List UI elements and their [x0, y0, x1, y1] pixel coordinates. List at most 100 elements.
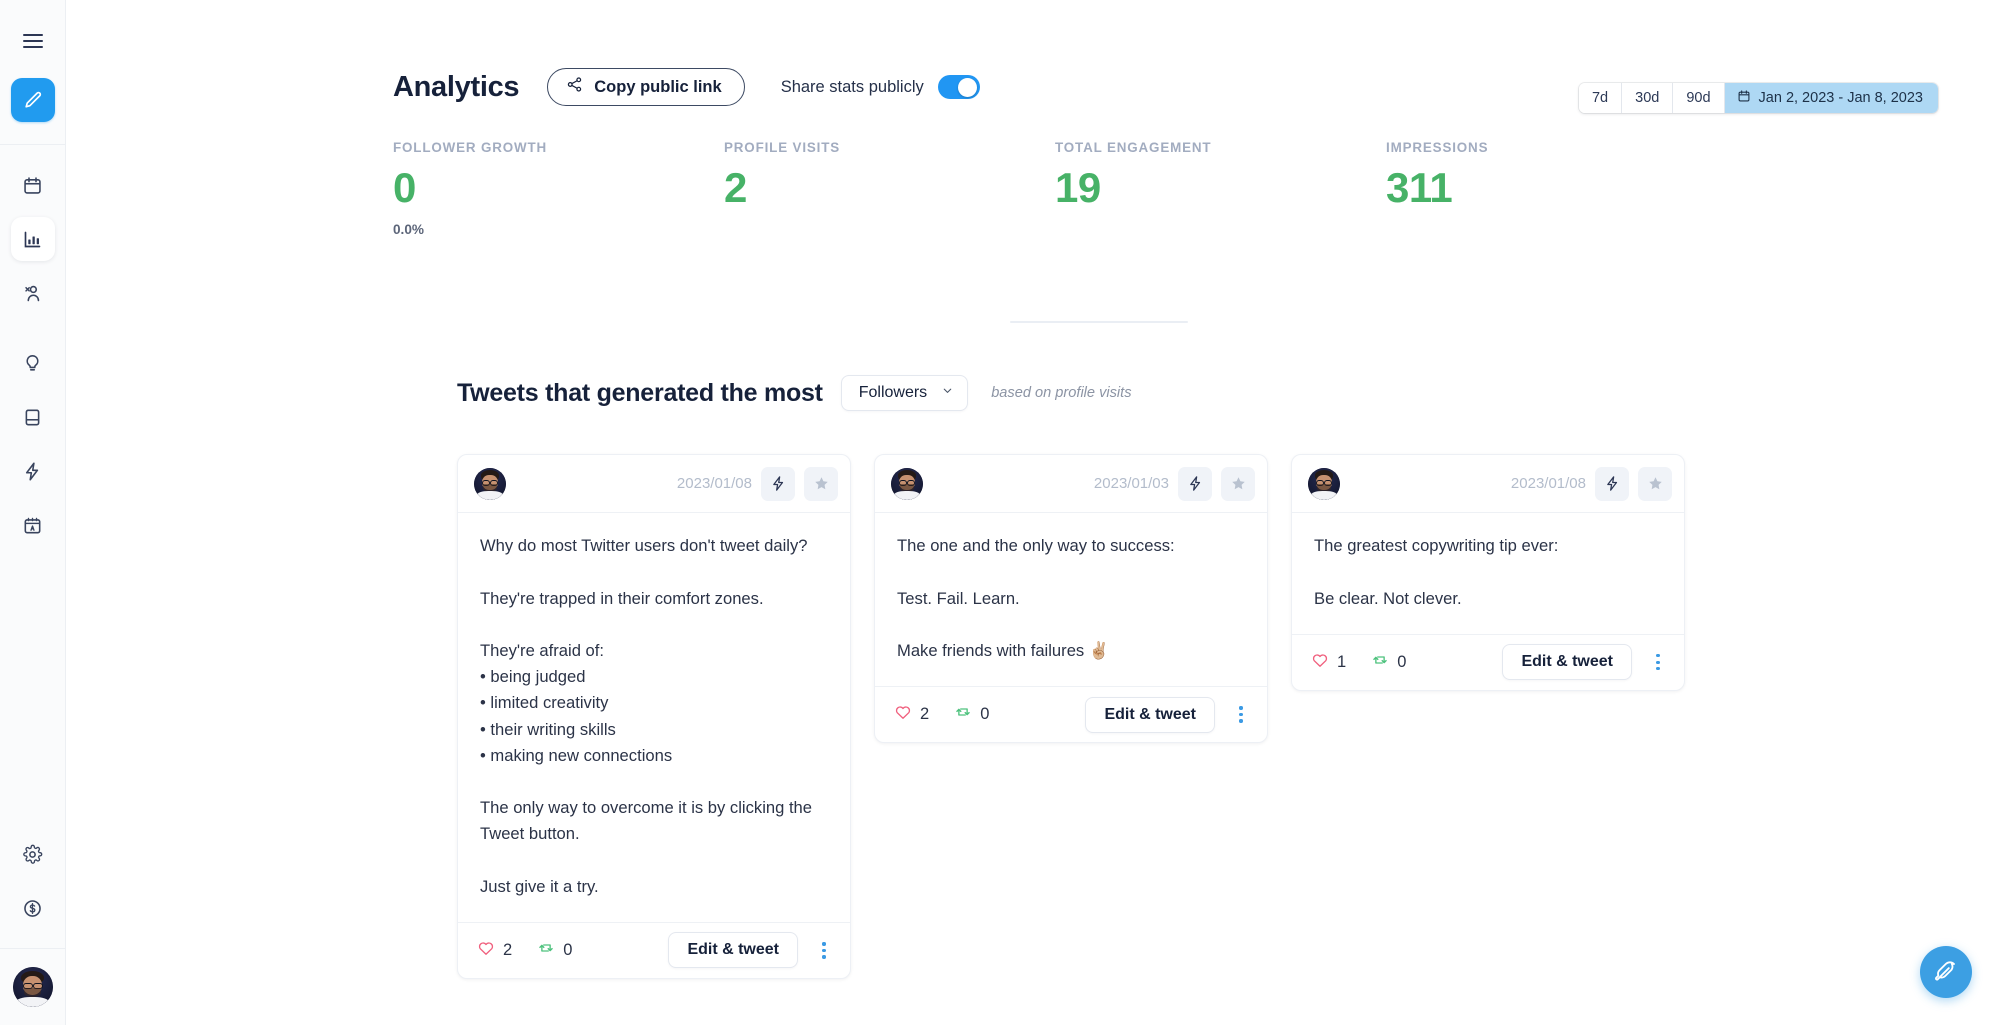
- sidebar-divider-bottom: [0, 948, 66, 949]
- sidebar-item-automation[interactable]: [11, 449, 55, 493]
- feather-compose-icon: [1935, 961, 1955, 981]
- retweets-count: 0: [1397, 652, 1407, 671]
- bolt-icon[interactable]: [1178, 466, 1212, 501]
- sidebar-nav-group: [10, 145, 55, 547]
- stats-row: FOLLOWER GROWTH 0 0.0% PROFILE VISITS 2 …: [66, 140, 2000, 239]
- retweets-count: 0: [563, 940, 573, 959]
- tweet-text: The greatest copywriting tip ever: Be cl…: [1314, 536, 1559, 608]
- edit-tweet-button[interactable]: Edit & tweet: [1085, 696, 1215, 733]
- kebab-menu-icon[interactable]: [1228, 700, 1254, 730]
- tweet-card-footer: 2 0 Edit & tweet: [458, 921, 850, 978]
- bar-chart-icon: [24, 231, 41, 247]
- kebab-menu-icon[interactable]: [811, 935, 837, 965]
- retweet-icon: [537, 939, 555, 962]
- compose-fab-button[interactable]: [1920, 946, 1972, 998]
- stat-total-engagement: TOTAL ENGAGEMENT 19: [1055, 140, 1386, 239]
- range-button-30d[interactable]: 30d: [1622, 83, 1674, 113]
- stat-value: 2: [724, 164, 747, 211]
- avatar: [474, 467, 506, 500]
- sidebar-item-calendar[interactable]: [11, 163, 55, 207]
- stat-label: PROFILE VISITS: [724, 140, 841, 155]
- main-content: Analytics Copy public link Share stats p…: [66, 0, 2000, 1025]
- section-note: based on profile visits: [991, 385, 1132, 402]
- tweet-date: 2023/01/03: [1093, 475, 1169, 493]
- copy-public-link-button[interactable]: Copy public link: [547, 68, 745, 106]
- tweet-card: 2023/01/08 Why do most Twitter users don…: [457, 454, 851, 979]
- retweets-metric: 0: [1371, 651, 1406, 674]
- tweet-date: 2023/01/08: [1510, 475, 1586, 493]
- hamburger-menu-icon[interactable]: [16, 24, 50, 58]
- retweet-icon: [954, 703, 972, 726]
- calendar-icon: [1737, 89, 1751, 107]
- bolt-icon[interactable]: [761, 466, 795, 501]
- edit-tweet-button[interactable]: Edit & tweet: [1502, 644, 1632, 681]
- sidebar-item-billing[interactable]: [11, 886, 55, 930]
- range-button-7d[interactable]: 7d: [1578, 83, 1623, 113]
- sidebar-item-audience[interactable]: [11, 271, 55, 315]
- tweet-card-footer: 2 0 Edit & tweet: [875, 686, 1267, 742]
- sidebar-item-library[interactable]: [11, 395, 55, 439]
- page-title: Analytics: [393, 70, 520, 103]
- stat-sub: [1386, 222, 1717, 239]
- compose-button[interactable]: [10, 78, 55, 122]
- section-title: Tweets that generated the most: [457, 378, 823, 407]
- sidebar-item-templates[interactable]: [11, 503, 55, 547]
- likes-metric: 1: [1311, 651, 1346, 674]
- stat-follower-growth: FOLLOWER GROWTH 0 0.0%: [393, 140, 724, 239]
- star-icon[interactable]: [1638, 466, 1672, 501]
- avatar: [1308, 467, 1340, 500]
- book-icon: [25, 409, 40, 425]
- share-stats-label: Share stats publicly: [780, 77, 924, 96]
- avatar[interactable]: [12, 967, 53, 1007]
- star-icon[interactable]: [804, 466, 838, 501]
- stat-sub: [1055, 222, 1386, 239]
- share-stats-toggle[interactable]: [937, 75, 980, 99]
- calendar-icon: [24, 176, 41, 194]
- copy-public-link-label: Copy public link: [594, 77, 722, 96]
- section-divider: [1010, 321, 1188, 324]
- retweet-icon: [1371, 651, 1389, 674]
- share-icon: [566, 76, 583, 98]
- edit-tweet-button[interactable]: Edit & tweet: [668, 932, 798, 969]
- tweet-card-header: 2023/01/08: [1292, 455, 1684, 514]
- stat-label: FOLLOWER GROWTH: [393, 140, 548, 155]
- sidebar-item-analytics[interactable]: [10, 217, 55, 261]
- sidebar-item-settings[interactable]: [11, 832, 55, 876]
- stat-sub: 0.0%: [393, 222, 424, 238]
- sidebar-item-ideas[interactable]: [11, 341, 55, 385]
- stat-value: 0: [393, 164, 416, 211]
- users-icon: [25, 285, 40, 301]
- calendar-letter-icon: [24, 517, 41, 533]
- kebab-menu-icon[interactable]: [1645, 647, 1671, 677]
- heart-icon: [1311, 651, 1329, 674]
- likes-metric: 2: [894, 703, 929, 726]
- section-header: Tweets that generated the most Followers…: [66, 375, 2000, 412]
- stat-value: 311: [1386, 164, 1453, 211]
- stat-profile-visits: PROFILE VISITS 2: [724, 140, 1055, 239]
- tweet-card-footer: 1 0 Edit & tweet: [1292, 633, 1684, 690]
- likes-count: 2: [920, 705, 930, 724]
- dollar-circle-icon: [24, 899, 41, 917]
- stat-label: IMPRESSIONS: [1386, 140, 1489, 155]
- toggle-knob: [958, 77, 978, 97]
- bolt-icon: [25, 461, 39, 481]
- date-range-selector: 7d 30d 90d Jan 2, 2023 - Jan 8, 2023: [1578, 83, 1938, 113]
- tweet-cards: 2023/01/08 Why do most Twitter users don…: [66, 454, 2000, 979]
- tweet-text: Why do most Twitter users don't tweet da…: [480, 536, 813, 896]
- date-range-button[interactable]: Jan 2, 2023 - Jan 8, 2023: [1724, 83, 1938, 113]
- range-button-90d[interactable]: 90d: [1673, 83, 1725, 113]
- likes-metric: 2: [477, 939, 512, 962]
- retweets-metric: 0: [954, 703, 989, 726]
- page-header: Analytics Copy public link Share stats p…: [66, 0, 2000, 118]
- stat-impressions: IMPRESSIONS 311: [1386, 140, 1717, 239]
- metric-select[interactable]: Followers: [840, 375, 969, 412]
- stat-sub: [724, 222, 1055, 239]
- tweet-card-header: 2023/01/03: [875, 455, 1267, 514]
- star-icon[interactable]: [1221, 466, 1255, 501]
- stat-label: TOTAL ENGAGEMENT: [1055, 140, 1212, 155]
- tweet-text: The one and the only way to success: Tes…: [897, 536, 1175, 660]
- bolt-icon[interactable]: [1595, 466, 1629, 501]
- retweets-metric: 0: [537, 939, 572, 962]
- avatar-artwork: [12, 967, 53, 1007]
- app-root: Analytics Copy public link Share stats p…: [0, 0, 2000, 1025]
